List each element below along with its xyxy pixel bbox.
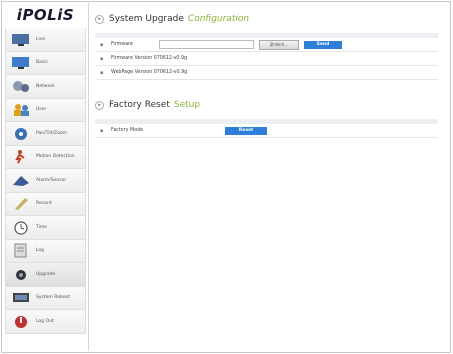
sidebar-item-label: Network — [36, 83, 55, 89]
bullet-icon: ▪ — [100, 55, 104, 62]
sidebar-item-user[interactable]: User — [5, 98, 86, 122]
sidebar-item-label: Basic — [36, 60, 48, 66]
webpage-version-text: WebPage Version 070612-v0.9g — [111, 70, 188, 75]
bullet-icon: ▪ — [100, 41, 104, 48]
sidebar-item-alarm-sensor[interactable]: Alarm/Sensor — [5, 169, 86, 193]
sidebar-item-label: Log — [36, 248, 45, 254]
sidebar-item-label: Pan/Tilt/Zoom — [36, 130, 68, 136]
bullet-icon: ▪ — [100, 69, 104, 76]
sidebar-item-time[interactable]: Time — [5, 216, 86, 240]
send-button[interactable]: Send — [303, 40, 342, 49]
logo: iPOLiS — [16, 6, 75, 24]
sidebar-item-network[interactable]: Network — [5, 75, 86, 99]
clock-icon — [10, 219, 32, 236]
factory-mode-label: Factory Mode — [111, 128, 144, 133]
log-icon — [10, 242, 32, 259]
ptz-icon — [10, 125, 32, 142]
users-icon — [10, 101, 32, 118]
reset-button[interactable]: Reset — [225, 126, 268, 135]
firmware-version-row: ▪ Firmware Version 070612-v0.9g — [95, 52, 438, 66]
motion-icon — [10, 148, 32, 165]
sidebar-item-motion-detection[interactable]: Motion Detection — [5, 145, 86, 169]
sidebar-item-record[interactable]: Record — [5, 192, 86, 216]
sidebar-item-live[interactable]: Live — [5, 28, 86, 52]
sidebar-item-label: User — [36, 107, 47, 113]
sidebar-item-label: Alarm/Sensor — [36, 177, 67, 183]
browse-button[interactable]: 찾아보기... — [258, 39, 299, 50]
sidebar-item-label: Log Out — [36, 318, 54, 324]
sidebar-item-basic[interactable]: Basic — [5, 51, 86, 75]
monitor-icon — [10, 54, 32, 71]
network-icon — [10, 78, 32, 95]
sidebar-item-label: Motion Detection — [36, 154, 75, 160]
reset-table: ▪ Factory Mode Reset — [95, 119, 438, 138]
sidebar: iPOLiS Live Basic Network User Pan/Tilt/… — [3, 3, 89, 351]
firmware-file-input[interactable] — [158, 40, 254, 49]
sidebar-item-log[interactable]: Log — [5, 239, 86, 263]
sidebar-item-label: Upgrade — [36, 271, 56, 277]
firmware-label: Firmware — [111, 42, 133, 47]
sidebar-item-label: System Reboot — [36, 295, 71, 301]
section-arrow-icon: ▸ — [95, 100, 104, 110]
upgrade-table: ▪ Firmware 찾아보기... Send ▪ Firmware Versi… — [95, 33, 438, 80]
sidebar-item-label: Record — [36, 201, 52, 207]
upgrade-section-title: ▸ System Upgrade Configuration — [95, 12, 445, 26]
sidebar-item-ptz[interactable]: Pan/Tilt/Zoom — [5, 122, 86, 146]
bullet-icon: ▪ — [100, 127, 104, 134]
section-arrow-icon: ▸ — [95, 14, 104, 24]
logout-icon — [10, 313, 32, 330]
alarm-icon — [10, 172, 32, 189]
webpage-version-row: ▪ WebPage Version 070612-v0.9g — [95, 66, 438, 80]
firmware-version-text: Firmware Version 070612-v0.9g — [111, 56, 188, 61]
monitor-icon — [10, 31, 32, 48]
sidebar-item-upgrade[interactable]: Upgrade — [5, 263, 86, 287]
sidebar-item-logout[interactable]: Log Out — [5, 310, 86, 334]
reboot-icon — [10, 289, 32, 306]
factory-mode-row: ▪ Factory Mode Reset — [95, 124, 438, 138]
sidebar-item-label: Time — [36, 224, 48, 230]
firmware-row: ▪ Firmware 찾아보기... Send — [95, 38, 438, 52]
upgrade-icon — [10, 266, 32, 283]
reset-section-title: ▸ Factory Reset Setup — [95, 98, 445, 112]
record-icon — [10, 195, 32, 212]
sidebar-item-system-reboot[interactable]: System Reboot — [5, 286, 86, 310]
sidebar-item-label: Live — [36, 36, 46, 42]
main-content: ▸ System Upgrade Configuration ▪ Firmwar… — [95, 12, 445, 138]
